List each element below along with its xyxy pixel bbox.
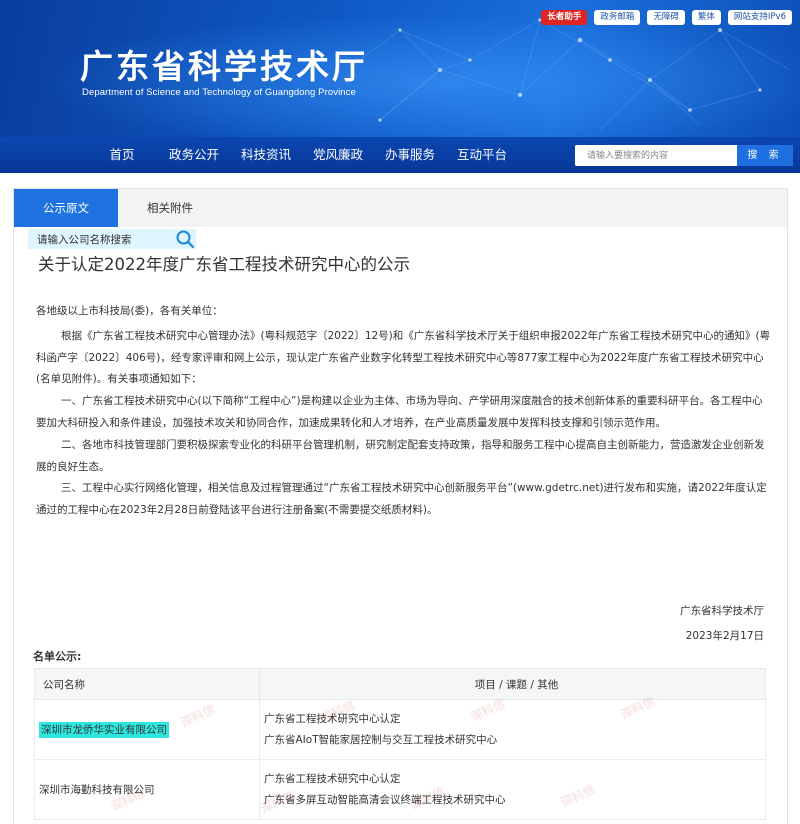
signature-date: 2023年2月17日 [685,629,764,642]
company-name[interactable]: 深圳市龙侨华实业有限公司 [39,722,169,738]
site-search-input[interactable] [575,145,737,166]
company-search-placeholder: 请输入公司名称搜索 [37,233,132,246]
article-title: 关于认定2022年度广东省工程技术研究中心的公示 [38,255,410,274]
site-subtitle: Department of Science and Technology of … [82,87,356,98]
item-line: 广东省AIoT智能家居控制与交互工程技术研究中心 [264,733,498,746]
nav-services[interactable]: 办事服务 [374,137,446,173]
top-links: 长者助手 政务邮箱 无障碍 繁体 网站支持IPv6 [541,10,792,25]
search-icon[interactable] [174,228,196,250]
paragraph: 一、广东省工程技术研究中心(以下简称“工程中心”)是构建以企业为主体、市场为导向… [36,395,763,429]
items-cell: 广东省工程技术研究中心认定 广东省AIoT智能家居控制与交互工程技术研究中心 深… [179,694,766,760]
tab-bar: 公示原文 相关附件 [14,189,787,227]
company-cell: 深圳市龙侨华实业有限公司 [34,699,260,760]
col-items-header: 项目 / 课题 / 其他 [259,668,766,700]
tab-original-notice[interactable]: 公示原文 [14,189,118,227]
search-button[interactable]: 搜 索 [737,145,793,166]
items-cell: 广东省工程技术研究中心认定 广东省多屏互动智能高清会议终端工程技术研究中心 深科… [109,759,766,820]
nav-interaction[interactable]: 互动平台 [446,137,518,173]
table-header-row: 公司名称 项目 / 课题 / 其他 [34,668,766,700]
paragraph: 二、各地市科技管理部门要积极探索专业化的科研平台管理机制，研究制定配套支持政策，… [36,438,765,473]
traditional-chinese-link[interactable]: 繁体 [691,10,721,25]
item-line: 广东省多屏互动智能高清会议终端工程技术研究中心 [264,793,506,806]
article-body: 各地级以上市科技局(委)，各有关单位： 根据《广东省工程技术研究中心管理办法》(… [36,301,771,522]
signature-org: 广东省科学技术厅 [680,605,764,617]
table-row: 深圳市龙侨华实业有限公司 广东省工程技术研究中心认定 广东省AIoT智能家居控制… [34,694,766,760]
company-list-table: 公司名称 项目 / 课题 / 其他 深圳市龙侨华实业有限公司 广东省工程技术研究… [34,668,766,820]
list-heading: 名单公示: [33,650,82,663]
table-row: 深圳市海勤科技有限公司 广东省工程技术研究中心认定 广东省多屏互动智能高清会议终… [34,759,766,820]
signature: 广东省科学技术厅 2023年2月17日 [680,599,764,648]
nav-party-integrity[interactable]: 党风廉政 [302,137,374,173]
company-name[interactable]: 深圳市海勤科技有限公司 [39,784,155,796]
ipv6-link[interactable]: 网站支持IPv6 [727,10,792,25]
salutation: 各地级以上市科技局(委)，各有关单位： [36,305,223,317]
item-line: 广东省工程技术研究中心认定 [264,713,401,725]
nav-gov-affairs[interactable]: 政务公开 [158,137,230,173]
site-search: 搜 索 [575,145,793,166]
company-search-input[interactable]: 请输入公司名称搜索 [28,229,196,249]
company-cell: 深圳市海勤科技有限公司 [34,759,260,820]
elder-assistant-link[interactable]: 长者助手 [541,10,588,25]
nav-science-news[interactable]: 科技资讯 [230,137,302,173]
paragraph: 三、工程中心实行网络化管理，相关信息及过程管理通过“广东省工程技术研究中心创新服… [36,482,767,517]
paragraph: 根据《广东省工程技术研究中心管理办法》(粤科规范字〔2022〕12号)和《广东省… [36,329,771,386]
content-panel: 公示原文 相关附件 请输入公司名称搜索 关于认定2022年度广东省工程技术研究中… [13,188,788,824]
col-company-header: 公司名称 [34,668,260,700]
accessibility-link[interactable]: 无障碍 [647,10,685,25]
item-line: 广东省工程技术研究中心认定 [264,773,401,785]
site-title: 广东省科学技术厅 [80,47,368,86]
site-banner: 长者助手 政务邮箱 无障碍 繁体 网站支持IPv6 广东省科学技术厅 Depar… [0,0,800,137]
gov-mail-link[interactable]: 政务邮箱 [594,10,641,25]
main-nav: 首页 政务公开 科技资讯 党风廉政 办事服务 互动平台 搜 索 [0,137,800,173]
tab-attachments[interactable]: 相关附件 [118,189,222,227]
nav-home[interactable]: 首页 [86,137,158,173]
